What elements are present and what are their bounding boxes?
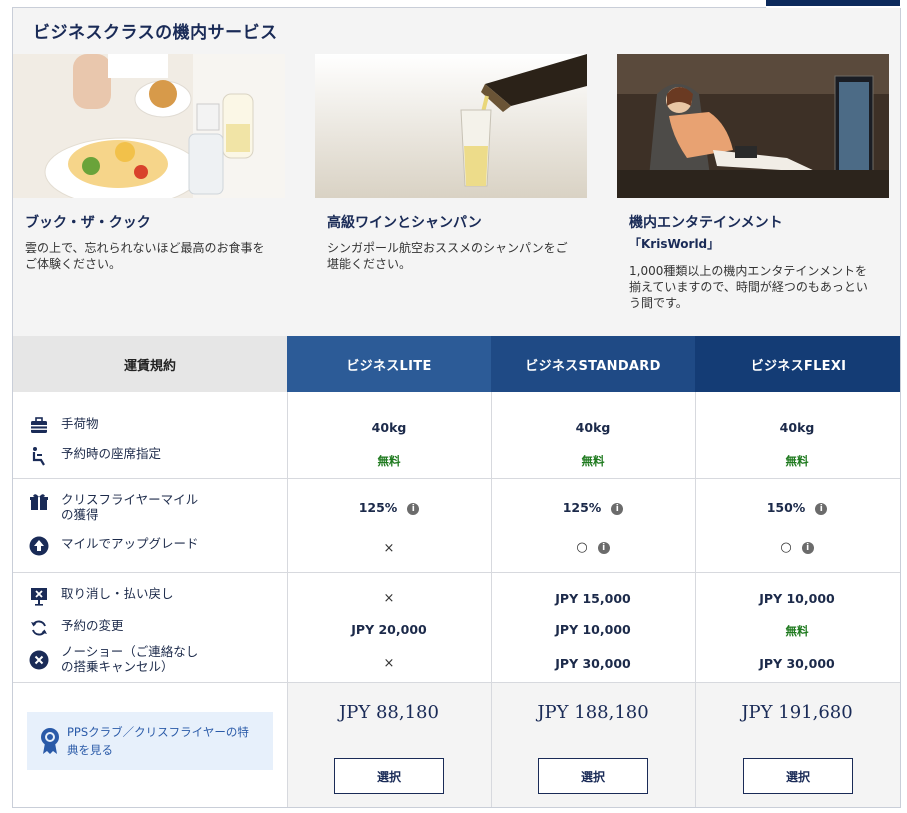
standard-miles: 125% i: [491, 500, 695, 515]
fare-header-standard: ビジネスSTANDARD: [491, 336, 695, 392]
info-icon[interactable]: i: [611, 503, 624, 515]
info-icon[interactable]: i: [407, 503, 420, 515]
standard-baggage: 40kg: [575, 420, 611, 435]
seat-icon: [32, 447, 45, 466]
card-book-the-cook: ブック・ザ・クック 雲の上で、忘れられないほど最高のお食事を ご体験ください。: [13, 54, 285, 300]
section-title: ビジネスクラスの機内サービス: [33, 23, 278, 43]
lite-upgrade: ×: [383, 541, 395, 556]
lite-miles: 125% i: [287, 500, 491, 515]
select-lite-button[interactable]: 選択: [334, 758, 444, 794]
no-show-x-icon: [29, 650, 49, 670]
standard-upgrade: ○ i: [491, 540, 695, 555]
fare-header-flexi: ビジネスFLEXI: [695, 336, 900, 392]
price-flexi: JPY 191,680: [741, 702, 853, 723]
lite-noshow: ×: [383, 656, 395, 671]
standard-cancel: JPY 15,000: [555, 591, 631, 606]
suitcase-icon: [31, 417, 47, 433]
row-label-upgrade: マイルでアップグレード: [29, 536, 199, 556]
standard-change: JPY 10,000: [555, 622, 631, 637]
card-wine-champagne: 高級ワインとシャンパン シンガポール航空おススメのシャンパンをご 堪能ください。: [315, 54, 587, 300]
row-label-cancel: 取り消し・払い戻し: [29, 586, 174, 606]
card-title: 機内エンタテインメント: [629, 215, 783, 231]
cancel-screen-icon: [31, 588, 47, 606]
lite-seat: 無料: [377, 454, 401, 468]
row-divider: [13, 682, 900, 683]
row-label-change: 予約の変更: [29, 618, 124, 638]
flexi-noshow: JPY 30,000: [759, 656, 835, 671]
card-title: ブック・ザ・クック: [25, 215, 151, 231]
card-image-meal: [13, 54, 285, 198]
row-label-baggage: 手荷物: [29, 416, 99, 436]
info-icon[interactable]: i: [815, 503, 828, 515]
card-image-champagne: [315, 54, 587, 198]
gift-icon: [30, 494, 48, 510]
flexi-cancel: JPY 10,000: [759, 591, 835, 606]
flexi-upgrade: ○ i: [695, 540, 899, 555]
select-flexi-button[interactable]: 選択: [743, 758, 853, 794]
info-icon[interactable]: i: [801, 542, 814, 554]
card-description: 1,000種類以上の機内エンタテインメントを 揃えていますので、時間が経つのもあ…: [629, 264, 868, 310]
card-image-seat: [617, 54, 889, 198]
price-standard: JPY 188,180: [537, 702, 649, 723]
pps-krisflyer-link[interactable]: PPSクラブ／クリスフライヤーの特 典を見る: [27, 712, 273, 770]
row-label-noshow: ノーショー（ご連絡なし の搭乗キャンセル）: [29, 644, 198, 674]
pps-link-text[interactable]: PPSクラブ／クリスフライヤーの特 典を見る: [67, 723, 249, 759]
fare-rules-header: 運賃規約: [13, 336, 287, 392]
row-divider: [13, 478, 900, 479]
card-entertainment: 機内エンタテインメント 「KrisWorld」 1,000種類以上の機内エンタテ…: [617, 54, 889, 310]
flexi-seat: 無料: [785, 454, 809, 468]
lite-baggage: 40kg: [371, 420, 407, 435]
lite-change: JPY 20,000: [351, 622, 427, 637]
standard-seat: 無料: [581, 454, 605, 468]
flexi-miles: 150% i: [695, 500, 899, 515]
row-label-seat: 予約時の座席指定: [29, 446, 161, 466]
info-icon[interactable]: i: [597, 542, 610, 554]
select-standard-button[interactable]: 選択: [538, 758, 648, 794]
card-subtitle: 「KrisWorld」: [629, 237, 720, 251]
fare-header-lite: ビジネスLITE: [287, 336, 491, 392]
standard-noshow: JPY 30,000: [555, 656, 631, 671]
medal-badge-icon: [41, 728, 59, 754]
lite-cancel: ×: [383, 591, 395, 606]
card-description: シンガポール航空おススメのシャンパンをご 堪能ください。: [327, 241, 568, 271]
upgrade-arrow-icon: [29, 536, 49, 556]
flexi-baggage: 40kg: [779, 420, 815, 435]
price-lite: JPY 88,180: [339, 702, 439, 723]
business-class-panel: ビジネスクラスの機内サービス ブック・ザ・クック 雲の上で、忘れられないほど最高…: [12, 8, 901, 808]
card-title: 高級ワインとシャンパン: [327, 215, 482, 231]
row-label-miles: クリスフライヤーマイル の獲得: [29, 492, 198, 522]
flexi-change: 無料: [785, 624, 809, 638]
fare-rules-table: 運賃規約 ビジネスLITE ビジネスSTANDARD ビジネスFLEXI 手荷物: [13, 336, 900, 807]
row-divider: [13, 572, 900, 573]
change-cycle-icon: [31, 620, 47, 636]
card-description: 雲の上で、忘れられないほど最高のお食事を ご体験ください。: [25, 241, 265, 271]
top-active-tab: [766, 0, 900, 6]
